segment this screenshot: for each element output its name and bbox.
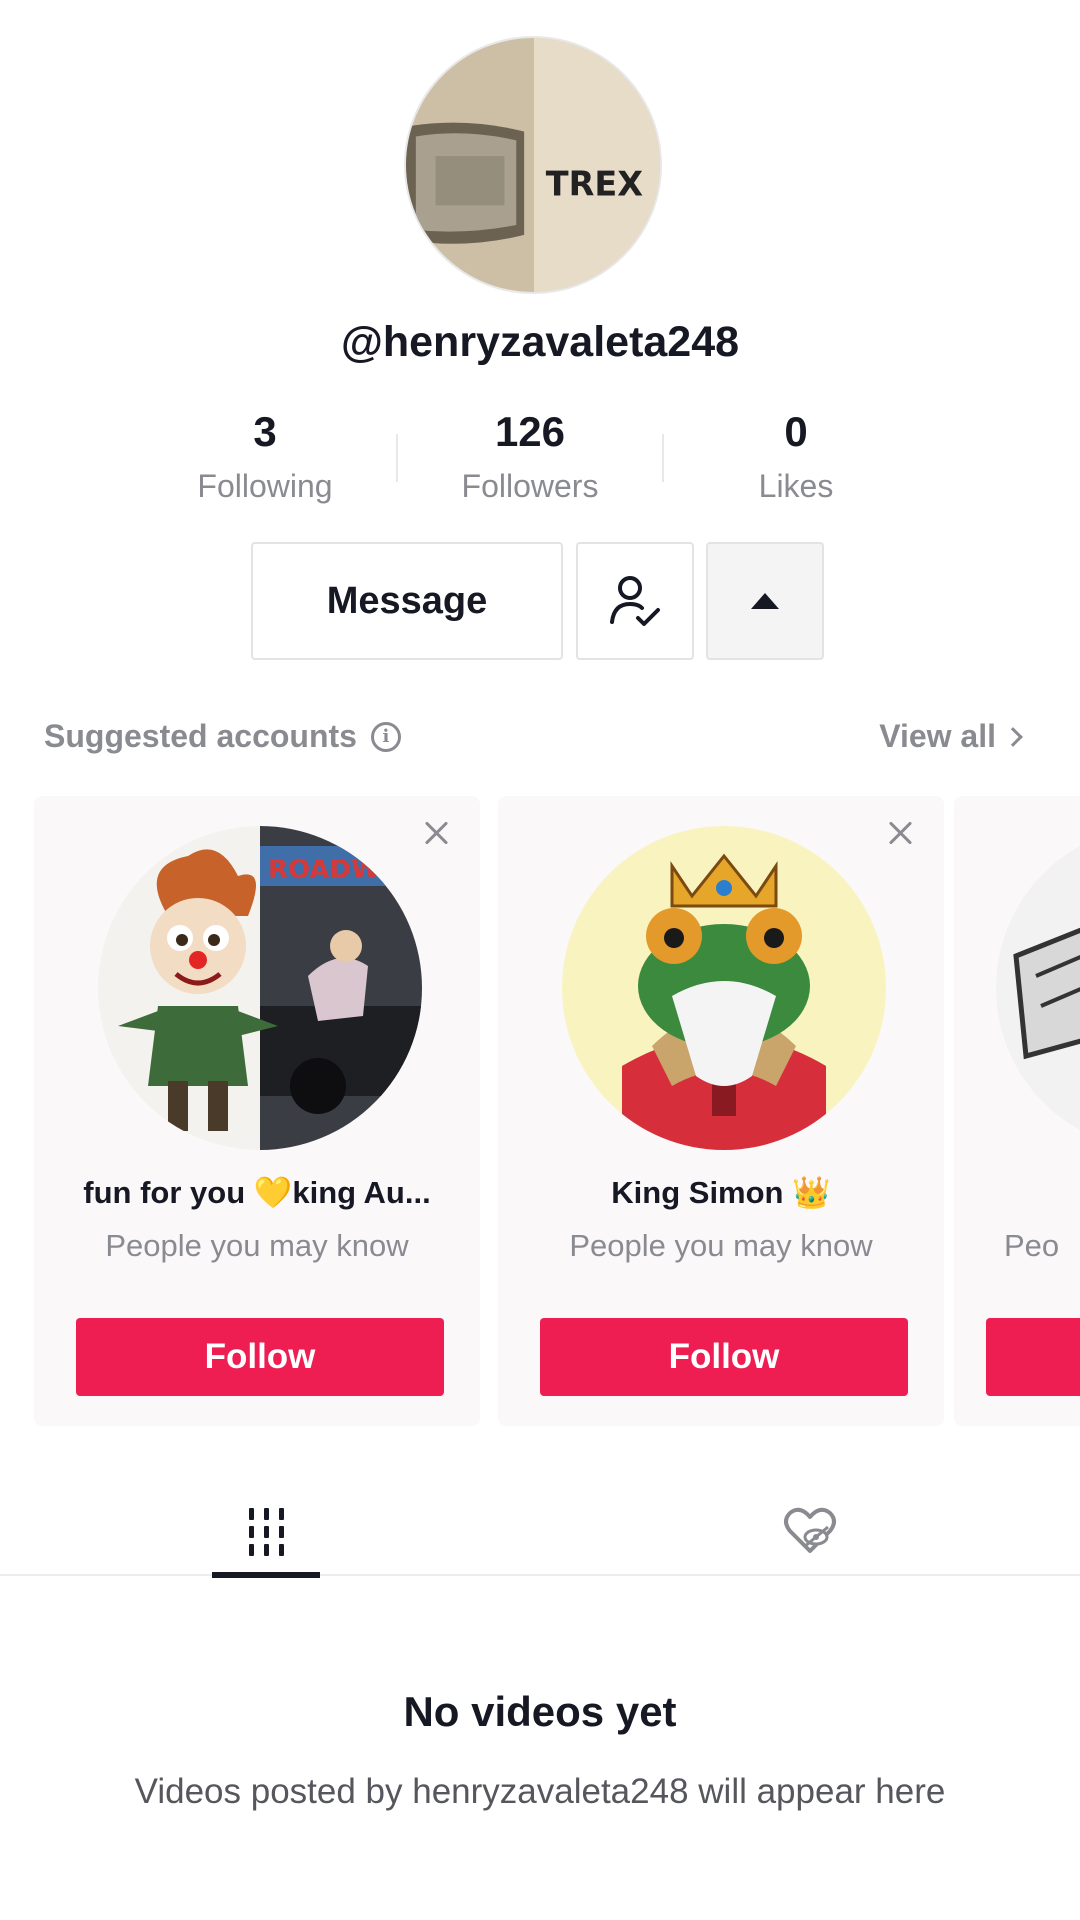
suggested-card[interactable]: ROADWA fun for you 💛king Au... People yo…: [34, 796, 480, 1426]
suggested-subtitle: People you may know: [569, 1228, 873, 1263]
stat-followers[interactable]: 126 Followers: [400, 404, 660, 505]
stat-value: 126: [494, 408, 566, 455]
svg-text:TREX: TREX: [546, 165, 643, 204]
stat-likes[interactable]: 0 Likes: [666, 404, 926, 505]
tab-liked[interactable]: [756, 1488, 864, 1576]
empty-state-title: No videos yet: [403, 1688, 677, 1735]
avatar-image: ROADWA: [98, 826, 422, 1150]
stat-following[interactable]: 3 Following: [135, 404, 395, 505]
stat-value: 3: [253, 408, 277, 455]
friends-button[interactable]: [576, 542, 694, 660]
suggested-card[interactable]: Peo: [954, 796, 1080, 1426]
triangle-up-icon: [751, 593, 779, 609]
profile-tabs: [0, 1488, 1080, 1578]
active-tab-indicator: [212, 1572, 320, 1578]
stat-label: Following: [197, 468, 333, 504]
follow-button[interactable]: Follow: [540, 1318, 908, 1396]
stat-divider: [662, 434, 664, 482]
suggested-subtitle: Peo: [1004, 1228, 1060, 1263]
close-icon[interactable]: [886, 818, 916, 848]
suggested-name: fun for you 💛king Au...: [83, 1175, 431, 1210]
person-check-icon: [610, 576, 660, 626]
profile-actions: Message: [0, 542, 1080, 660]
suggested-title-text: Suggested accounts: [44, 718, 357, 754]
follow-button[interactable]: Follow: [76, 1318, 444, 1396]
view-all-link[interactable]: View all: [879, 718, 1023, 755]
close-icon[interactable]: [422, 818, 452, 848]
info-icon[interactable]: i: [370, 721, 401, 752]
more-button[interactable]: [706, 542, 824, 660]
follow-button[interactable]: [986, 1318, 1080, 1396]
avatar-image: [562, 826, 886, 1150]
empty-state-subtitle: Videos posted by henryzavaleta248 will a…: [134, 1772, 946, 1811]
suggested-avatar[interactable]: ROADWA: [98, 826, 422, 1150]
suggested-accounts-title: Suggested accounts i: [44, 718, 401, 755]
suggested-card[interactable]: King Simon 👑 People you may know Follow: [498, 796, 944, 1426]
heart-hidden-icon: [784, 1507, 836, 1553]
suggested-subtitle: People you may know: [105, 1228, 409, 1263]
suggested-name: King Simon 👑: [611, 1175, 831, 1210]
profile-page: TREX @henryzavaleta248 3 Following 126 F…: [0, 0, 1080, 1920]
tab-videos[interactable]: [212, 1488, 320, 1576]
avatar-image: [996, 826, 1080, 1150]
stat-label: Followers: [461, 468, 599, 504]
message-button[interactable]: Message: [251, 542, 563, 660]
chevron-right-icon: [1003, 726, 1023, 747]
stat-divider: [396, 434, 398, 482]
profile-stats: 3 Following 126 Followers 0 Likes: [0, 404, 1080, 514]
stat-label: Likes: [758, 468, 834, 504]
profile-avatar[interactable]: TREX: [404, 36, 662, 294]
suggested-avatar[interactable]: [562, 826, 886, 1150]
avatar-image: TREX: [406, 38, 660, 292]
view-all-text: View all: [879, 718, 996, 754]
stat-value: 0: [784, 408, 808, 455]
suggested-avatar[interactable]: [996, 826, 1080, 1150]
svg-text:ROADWA: ROADWA: [268, 855, 399, 885]
profile-username: @henryzavaleta248: [340, 318, 740, 366]
grid-icon: [248, 1508, 284, 1556]
